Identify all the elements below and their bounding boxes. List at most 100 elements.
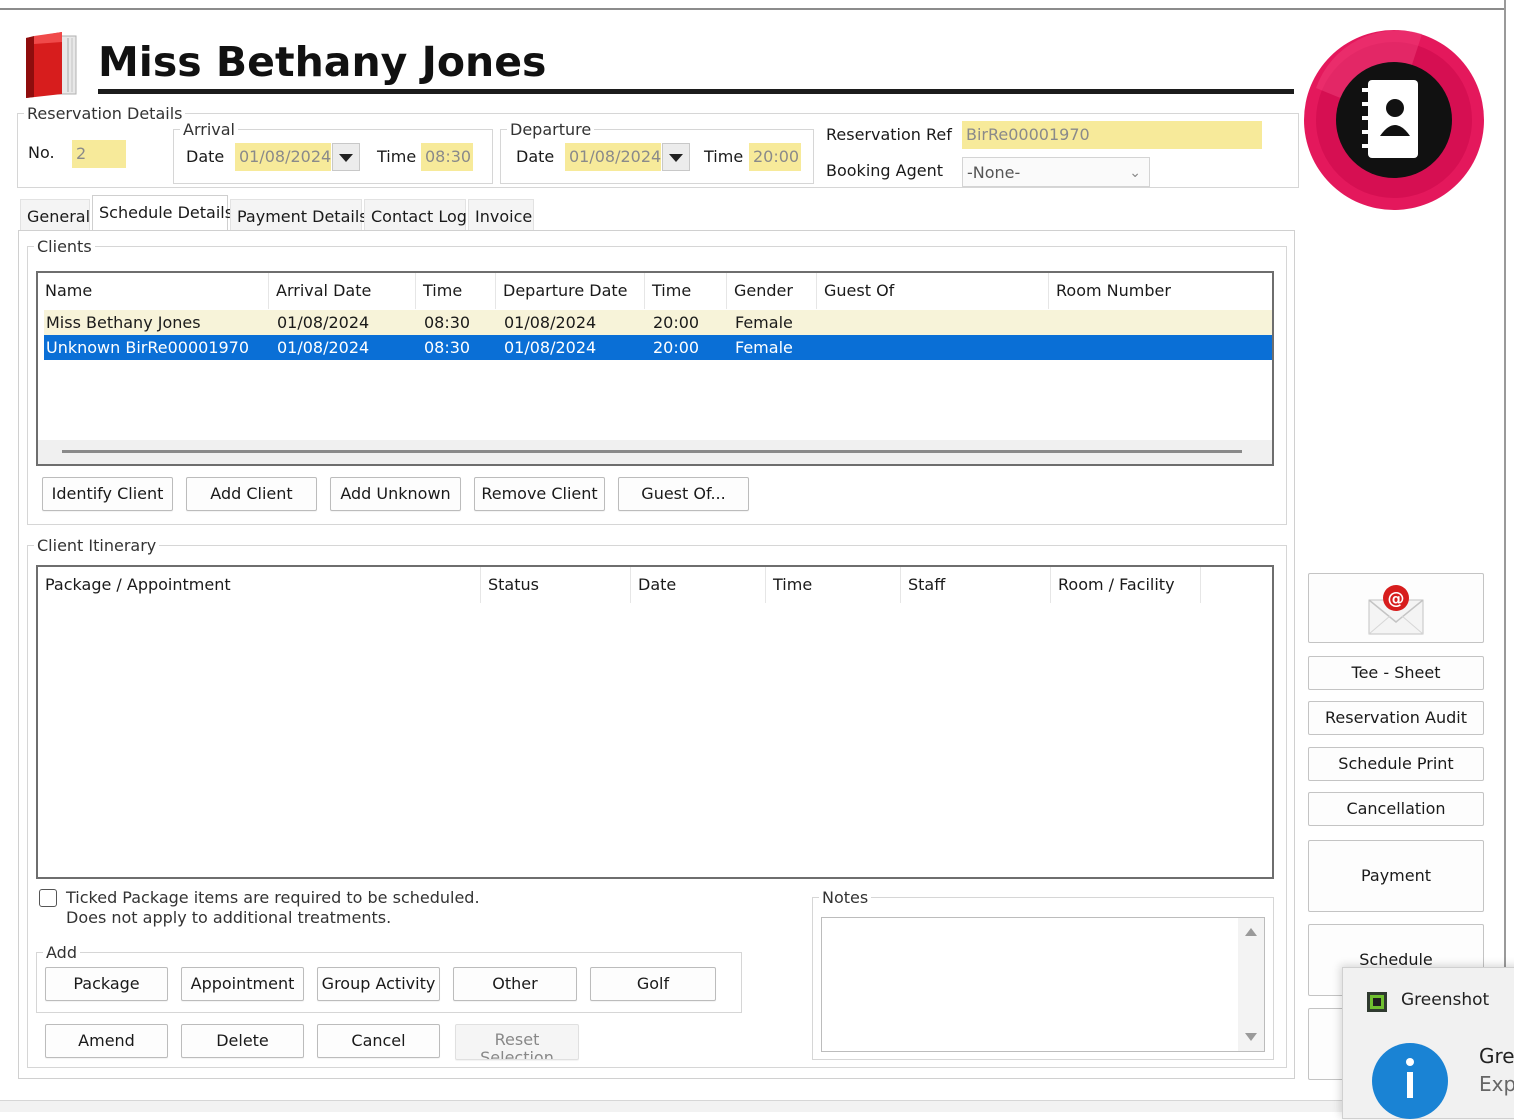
cancel-button[interactable]: Cancel — [317, 1024, 440, 1058]
email-envelope-icon: @ — [1368, 585, 1424, 635]
cell-name: Miss Bethany Jones — [46, 313, 201, 332]
reservation-ref-label: Reservation Ref — [826, 125, 952, 144]
add-legend: Add — [46, 943, 77, 962]
table-row-selected[interactable]: Unknown BirRe00001970 01/08/2024 08:30 0… — [44, 335, 1272, 360]
departure-time-label: Time — [704, 147, 744, 166]
tab-schedule-details[interactable]: Schedule Details — [92, 195, 233, 231]
add-other-button[interactable]: Other — [453, 967, 577, 1001]
add-unknown-button[interactable]: Add Unknown — [330, 477, 461, 511]
departure-legend: Departure — [510, 120, 592, 139]
scrollbar-thumb[interactable] — [62, 450, 1242, 453]
tee-sheet-button[interactable]: Tee - Sheet — [1308, 656, 1484, 690]
cell-arrival-date: 01/08/2024 — [277, 338, 370, 357]
scroll-up-icon[interactable] — [1245, 928, 1257, 936]
column-header-status[interactable]: Status — [481, 567, 631, 603]
cell-arrival-time: 08:30 — [424, 313, 471, 332]
cell-arrival-time: 08:30 — [424, 338, 471, 357]
cell-arrival-date: 01/08/2024 — [277, 313, 370, 332]
notification-app-name: Greenshot — [1401, 990, 1490, 1010]
arrival-date-label: Date — [186, 147, 225, 166]
departure-date-dropdown[interactable] — [662, 143, 690, 171]
booking-agent-select[interactable]: -None- ⌄ — [962, 157, 1150, 187]
add-golf-button[interactable]: Golf — [590, 967, 716, 1001]
book-icon — [26, 32, 77, 98]
column-header-departure-date[interactable]: Departure Date — [496, 273, 645, 309]
column-header-room-facility[interactable]: Room / Facility — [1051, 567, 1201, 603]
departure-time-field[interactable]: 20:00 — [749, 143, 801, 171]
window-right-border — [1504, 0, 1506, 1100]
horizontal-scrollbar[interactable] — [38, 440, 1272, 464]
itinerary-grid[interactable]: Package / Appointment Status Date Time S… — [36, 565, 1274, 879]
table-row[interactable]: Miss Bethany Jones 01/08/2024 08:30 01/0… — [44, 310, 1272, 335]
reset-selection-line2: Selection — [480, 1048, 554, 1060]
cell-departure-time: 20:00 — [653, 313, 700, 332]
cell-departure-date: 01/08/2024 — [504, 338, 597, 357]
arrival-date-field[interactable]: 01/08/2024 — [235, 143, 331, 171]
contacts-badge — [1304, 30, 1484, 210]
payment-button[interactable]: Payment — [1308, 840, 1484, 912]
cell-departure-date: 01/08/2024 — [504, 313, 597, 332]
reset-selection-line1: Reset — [494, 1030, 540, 1049]
add-group-activity-button[interactable]: Group Activity — [317, 967, 440, 1001]
reservation-audit-button[interactable]: Reservation Audit — [1308, 701, 1484, 735]
notification-line1: Gre — [1479, 1044, 1514, 1068]
notes-textarea[interactable] — [821, 917, 1265, 1052]
notification-line2: Exp — [1479, 1072, 1514, 1096]
reservation-number-field[interactable]: 2 — [72, 140, 126, 168]
scroll-down-icon[interactable] — [1245, 1033, 1257, 1041]
column-header-departure-time[interactable]: Time — [645, 273, 727, 309]
greenshot-notification[interactable]: Greenshot Gre Exp — [1342, 967, 1514, 1119]
column-header-arrival-time[interactable]: Time — [416, 273, 496, 309]
departure-date-label: Date — [516, 147, 555, 166]
clients-grid[interactable]: Name Arrival Date Time Departure Date Ti… — [36, 271, 1274, 466]
tab-invoice[interactable]: Invoice — [468, 199, 534, 231]
svg-text:@: @ — [1388, 589, 1405, 609]
clients-legend: Clients — [37, 237, 92, 256]
cancellation-button[interactable]: Cancellation — [1308, 792, 1484, 826]
schedule-print-button[interactable]: Schedule Print — [1308, 747, 1484, 781]
cell-name: Unknown BirRe00001970 — [46, 338, 250, 357]
greenshot-icon — [1367, 992, 1387, 1012]
guest-of-button[interactable]: Guest Of... — [618, 477, 749, 511]
add-package-button[interactable]: Package — [45, 967, 168, 1001]
address-book-icon — [1362, 80, 1418, 158]
reset-selection-button[interactable]: Reset Selection — [455, 1024, 579, 1060]
add-appointment-button[interactable]: Appointment — [181, 967, 304, 1001]
notes-legend: Notes — [822, 888, 869, 907]
info-icon — [1372, 1043, 1448, 1119]
tab-payment-details[interactable]: Payment Details — [230, 199, 368, 231]
column-header-staff[interactable]: Staff — [901, 567, 1051, 603]
notes-scrollbar[interactable] — [1238, 918, 1264, 1051]
departure-date-field[interactable]: 01/08/2024 — [565, 143, 661, 171]
checkbox-label-line1: Ticked Package items are required to be … — [66, 888, 480, 907]
tab-contact-log[interactable]: Contact Log — [364, 199, 467, 231]
column-header-room-number[interactable]: Room Number — [1049, 273, 1272, 309]
required-scheduling-checkbox[interactable] — [39, 889, 57, 907]
chevron-down-icon: ⌄ — [1129, 165, 1141, 181]
reservation-details-legend: Reservation Details — [27, 104, 183, 123]
remove-client-button[interactable]: Remove Client — [474, 477, 605, 511]
email-button[interactable]: @ — [1308, 573, 1484, 643]
column-header-gender[interactable]: Gender — [727, 273, 817, 309]
identify-client-button[interactable]: Identify Client — [42, 477, 173, 511]
amend-button[interactable]: Amend — [45, 1024, 168, 1058]
cell-gender: Female — [735, 313, 793, 332]
window-bottom-edge — [0, 1100, 1514, 1112]
number-label: No. — [28, 143, 55, 162]
arrival-date-dropdown[interactable] — [332, 143, 360, 171]
column-header-arrival-date[interactable]: Arrival Date — [269, 273, 416, 309]
arrival-legend: Arrival — [183, 120, 235, 139]
column-header-time[interactable]: Time — [766, 567, 901, 603]
tab-general[interactable]: General — [20, 199, 90, 231]
column-header-date[interactable]: Date — [631, 567, 766, 603]
client-itinerary-legend: Client Itinerary — [37, 536, 157, 555]
arrival-time-label: Time — [377, 147, 417, 166]
column-header-package-appointment[interactable]: Package / Appointment — [38, 567, 481, 603]
reservation-ref-field[interactable]: BirRe00001970 — [962, 121, 1262, 149]
delete-button[interactable]: Delete — [181, 1024, 304, 1058]
arrival-time-field[interactable]: 08:30 — [421, 143, 473, 171]
column-header-guest-of[interactable]: Guest Of — [817, 273, 1049, 309]
add-client-button[interactable]: Add Client — [186, 477, 317, 511]
cell-gender: Female — [735, 338, 793, 357]
column-header-name[interactable]: Name — [38, 273, 269, 309]
